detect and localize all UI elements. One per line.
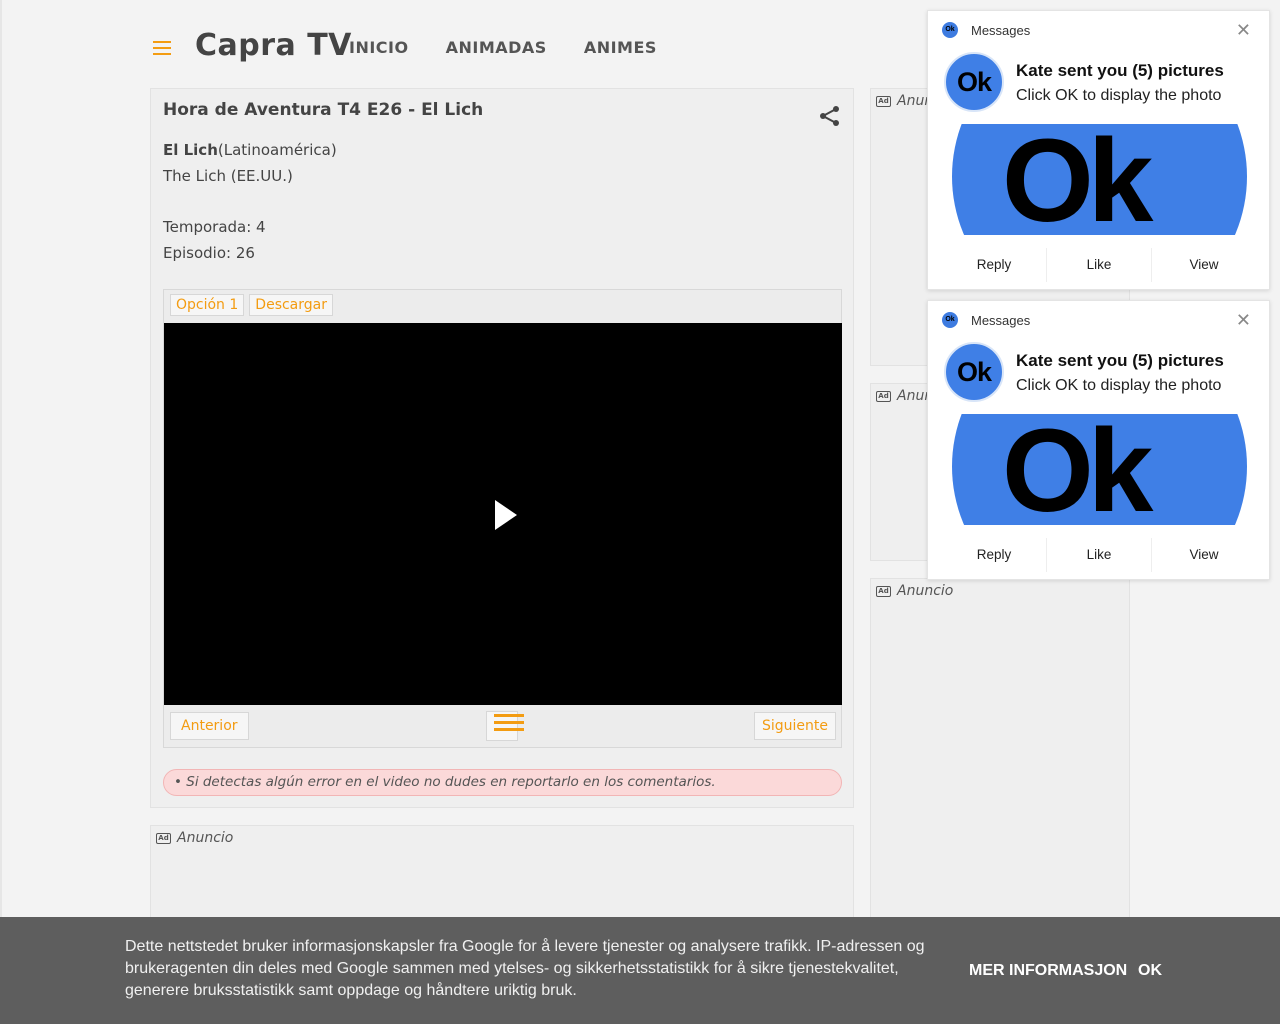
ad-label: Ad Anuncio <box>156 830 233 846</box>
menu-icon[interactable] <box>153 41 171 55</box>
option-1-button[interactable]: Opción 1 <box>170 294 245 316</box>
ad-block-sidebar-3: Ad Anuncio <box>870 578 1130 935</box>
ad-icon: Ad <box>876 585 891 597</box>
error-report-note: • Si detectas algún error en el video no… <box>163 769 842 796</box>
like-button[interactable]: Like <box>1047 248 1152 282</box>
video-player[interactable] <box>164 323 842 705</box>
notification-title: Kate sent you (5) pictures <box>1016 351 1224 370</box>
site-title[interactable]: Capra TV <box>195 28 352 63</box>
post-card: Hora de Aventura T4 E26 - El Lich El Lic… <box>150 88 854 808</box>
notification-image[interactable]: Ok <box>942 124 1256 235</box>
episode-label: Episodio: 26 <box>163 244 255 262</box>
avatar: Ok <box>944 52 1004 112</box>
notification-actions: Reply Like View <box>942 248 1256 282</box>
avatar: Ok <box>944 342 1004 402</box>
player-options: Opción 1 Descargar <box>170 294 333 316</box>
notification-title: Kate sent you (5) pictures <box>1016 61 1224 80</box>
play-icon[interactable] <box>495 500 517 530</box>
cookie-banner: Dette nettstedet bruker informasjonskaps… <box>0 917 1280 1024</box>
season-label: Temporada: 4 <box>163 218 266 236</box>
ad-label: Ad Anuncio <box>876 583 953 599</box>
reply-button[interactable]: Reply <box>942 538 1047 572</box>
nav-animadas[interactable]: ANIMADAS <box>446 38 547 57</box>
previous-button[interactable]: Anterior <box>170 712 249 740</box>
notification-body: Click OK to display the photo <box>1016 87 1222 104</box>
notification-actions: Reply Like View <box>942 538 1256 572</box>
view-button[interactable]: View <box>1152 248 1256 282</box>
notification-app-name: Messages <box>971 312 1031 328</box>
next-button[interactable]: Siguiente <box>753 712 836 740</box>
player-box: Opción 1 Descargar Anterior Siguiente <box>163 289 842 748</box>
title-us: The Lich (EE.UU.) <box>163 167 293 185</box>
episode-list-icon[interactable] <box>486 711 524 741</box>
close-icon[interactable]: ✕ <box>1236 311 1251 329</box>
post-title: Hora de Aventura T4 E26 - El Lich <box>163 100 484 120</box>
messages-app-icon: Ok <box>942 312 958 328</box>
title-latam-region: (Latinoamérica) <box>217 141 337 159</box>
cookie-text: Dette nettstedet bruker informasjonskaps… <box>125 938 925 999</box>
ad-icon: Ad <box>876 390 891 402</box>
ad-icon: Ad <box>156 832 171 844</box>
cookie-ok-button[interactable]: OK <box>1138 962 1162 980</box>
reply-button[interactable]: Reply <box>942 248 1047 282</box>
nav-animes[interactable]: ANIMES <box>584 38 657 57</box>
view-button[interactable]: View <box>1152 538 1256 572</box>
title-latam: El Lich <box>163 141 218 159</box>
episode-nav: Anterior Siguiente <box>164 706 842 748</box>
ad-icon: Ad <box>876 95 891 107</box>
download-button[interactable]: Descargar <box>249 294 333 316</box>
close-icon[interactable]: ✕ <box>1236 21 1251 39</box>
notification-body: Click OK to display the photo <box>1016 377 1222 394</box>
episode-info: El Lich(Latinoamérica) The Lich (EE.UU.)… <box>163 137 337 266</box>
notification-header: Ok Messages <box>942 22 1030 38</box>
notification-app-name: Messages <box>971 22 1031 38</box>
spam-notification[interactable]: Ok Messages ✕ Ok Kate sent you (5) pictu… <box>927 300 1270 580</box>
share-icon[interactable] <box>819 105 841 127</box>
like-button[interactable]: Like <box>1047 538 1152 572</box>
notification-image[interactable]: Ok <box>942 414 1256 525</box>
nav-inicio[interactable]: INICIO <box>349 38 409 57</box>
messages-app-icon: Ok <box>942 22 958 38</box>
notification-header: Ok Messages <box>942 312 1030 328</box>
main-nav: INICIO ANIMADAS ANIMES <box>349 38 657 57</box>
more-info-button[interactable]: MER INFORMASJON <box>969 962 1127 980</box>
spam-notification[interactable]: Ok Messages ✕ Ok Kate sent you (5) pictu… <box>927 10 1270 290</box>
